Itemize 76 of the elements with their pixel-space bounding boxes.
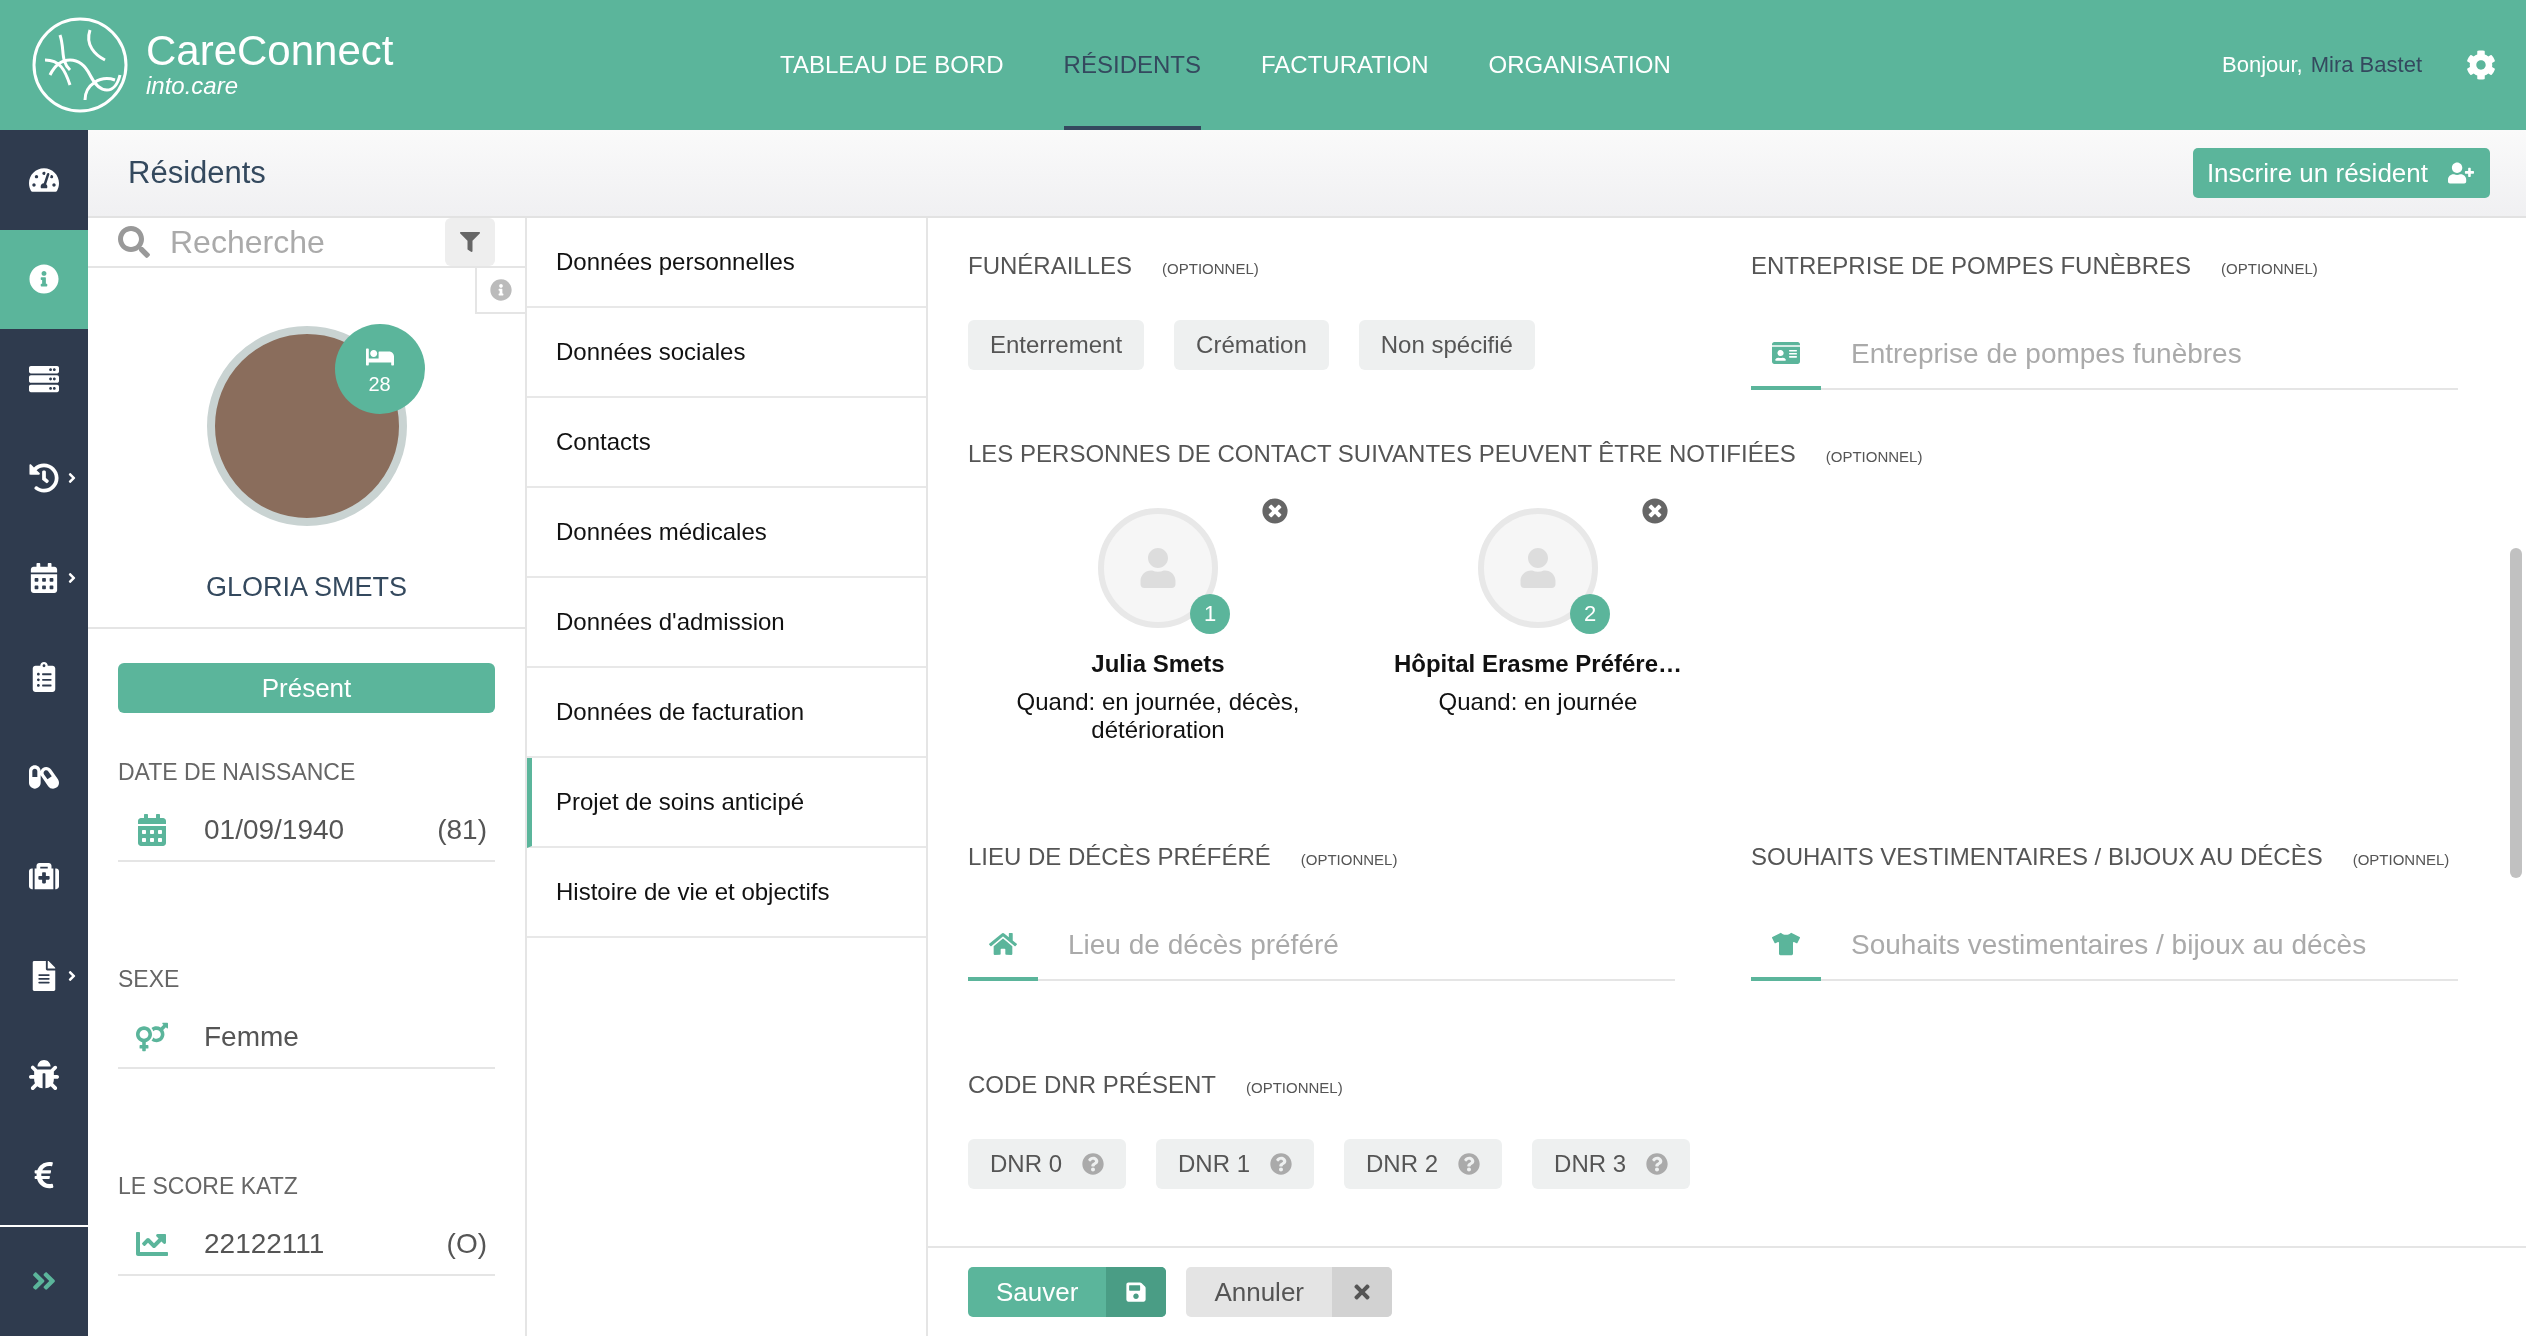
gender-icon xyxy=(136,1021,168,1053)
close-icon xyxy=(1262,498,1288,524)
field-extra: (81) xyxy=(437,814,487,846)
optional-label: (OPTIONNEL) xyxy=(1246,1079,1343,1097)
user-name-link[interactable]: Mira Bastet xyxy=(2310,52,2422,78)
section-menu-item[interactable]: Données personnelles xyxy=(527,218,926,308)
funeral-option[interactable]: Enterrement xyxy=(968,320,1145,370)
section-menu-item[interactable]: Contacts xyxy=(527,398,926,488)
field-value: 01/09/1940 xyxy=(204,814,346,846)
field-value: Femme xyxy=(204,1021,300,1053)
search-icon xyxy=(118,226,150,258)
contact-name: Julia Smets xyxy=(1091,650,1225,678)
section-label: LIEU DE DÉCÈS PRÉFÉRÉ xyxy=(968,843,1271,872)
section-label: LES PERSONNES DE CONTACT SUIVANTES PEUVENT ÊTRE NOTIFIÉES xyxy=(968,440,1796,468)
calendar-icon xyxy=(136,814,168,846)
field-label: SEXE xyxy=(118,966,181,993)
page-title: Résidents xyxy=(128,155,266,191)
funeral-option[interactable]: Crémation xyxy=(1174,320,1329,370)
section-label: FUNÉRAILLES xyxy=(968,252,1133,280)
greeting: Bonjour, xyxy=(2222,52,2303,78)
cancel-button[interactable]: Annuler xyxy=(1186,1267,1392,1317)
help-icon xyxy=(1458,1153,1481,1176)
contact-notify-when: Quand: en journée, décès, détérioration xyxy=(1015,688,1301,744)
section-label: SOUHAITS VESTIMENTAIRES / BIJOUX AU DÉCÈS xyxy=(1751,843,2323,872)
dnr-option[interactable]: DNR 3 xyxy=(1532,1139,1691,1190)
user-icon xyxy=(1138,548,1178,588)
optional-label: (OPTIONNEL) xyxy=(1300,851,1398,869)
field-label: LE SCORE KATZ xyxy=(118,1173,299,1200)
funeral-option[interactable]: Non spécifié xyxy=(1358,320,1535,370)
field-label: DATE DE NAISSANCE xyxy=(118,759,357,786)
contact-notify-when: Quand: en journée xyxy=(1437,688,1639,716)
info-icon xyxy=(29,264,59,295)
scrollbar[interactable] xyxy=(2510,548,2522,878)
dnr-option[interactable]: DNR 1 xyxy=(1156,1139,1315,1190)
optional-label: (OPTIONNEL) xyxy=(2221,260,2318,277)
server-icon xyxy=(29,363,59,394)
dnr-option[interactable]: DNR 0 xyxy=(968,1139,1126,1190)
bed-number: 28 xyxy=(368,372,391,396)
section-menu-item[interactable]: Données sociales xyxy=(527,308,926,398)
contact-name: Hôpital Erasme Préfére… xyxy=(1393,650,1683,678)
field-extra: (O) xyxy=(446,1228,487,1260)
section-label: CODE DNR PRÉSENT xyxy=(968,1071,1217,1100)
section-menu-item[interactable]: Histoire de vie et objectifs xyxy=(527,848,926,938)
help-icon xyxy=(1270,1153,1293,1176)
remove-button[interactable] xyxy=(1642,498,1668,524)
history-icon xyxy=(29,463,59,494)
contact-number: 2 xyxy=(1570,594,1610,634)
save-icon xyxy=(1125,1281,1148,1303)
logo-subtitle: into.care xyxy=(146,72,240,100)
info-icon xyxy=(490,279,512,301)
section-label: ENTREPRISE DE POMPES FUNÈBRES xyxy=(1751,252,2192,280)
optional-label: (OPTIONNEL) xyxy=(2352,851,2450,869)
filter-button[interactable] xyxy=(445,218,495,266)
section-menu-item[interactable]: Données d'admission xyxy=(527,578,926,668)
logo-title: CareConnect xyxy=(146,30,394,72)
field-value: 22122111 xyxy=(204,1228,326,1260)
help-icon xyxy=(1646,1153,1669,1176)
remove-button[interactable] xyxy=(1262,498,1288,524)
id-card-icon xyxy=(1772,339,1800,367)
filter-icon xyxy=(460,232,480,252)
calendar-icon xyxy=(29,562,59,593)
bug-icon xyxy=(29,1060,59,1091)
medkit-icon xyxy=(29,861,59,892)
optional-label: (OPTIONNEL) xyxy=(1162,260,1259,277)
resident-name: GLORIA SMETS xyxy=(205,572,408,603)
logo-icon xyxy=(30,15,130,115)
user-icon xyxy=(1518,548,1558,588)
add-user-icon xyxy=(2448,160,2474,186)
help-icon xyxy=(1082,1153,1104,1176)
optional-label: (OPTIONNEL) xyxy=(1825,448,1923,465)
dnr-option[interactable]: DNR 2 xyxy=(1344,1139,1503,1190)
contact-number: 1 xyxy=(1190,594,1230,634)
section-menu-item[interactable]: Données de facturation xyxy=(527,668,926,758)
section-menu-item[interactable]: Données médicales xyxy=(527,488,926,578)
section-menu-item[interactable]: Projet de soins anticipé xyxy=(527,758,926,848)
close-icon xyxy=(1642,498,1668,524)
